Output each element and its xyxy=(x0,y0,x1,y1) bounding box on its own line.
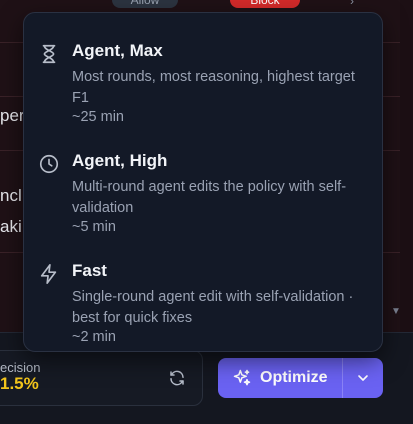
metric-label: ecision xyxy=(0,360,41,375)
menu-item-fast[interactable]: Fast Single-round agent edit with self-v… xyxy=(24,245,382,345)
menu-item-title: Fast xyxy=(72,261,107,280)
menu-item-time: ~5 min xyxy=(72,219,116,235)
menu-item-title: Agent, High xyxy=(72,151,168,170)
menu-item-description: Most rounds, most reasoning, highest tar… xyxy=(72,69,355,106)
optimize-label: Optimize xyxy=(260,369,328,386)
menu-item-description: Single-round agent edit with self-valida… xyxy=(72,289,354,326)
optimize-button[interactable]: Optimize xyxy=(218,358,342,398)
menu-item-time: ~25 min xyxy=(72,109,124,125)
menu-item-title: Agent, Max xyxy=(72,41,163,60)
chevron-right-icon[interactable]: › xyxy=(350,0,354,8)
row-text-fragment: aki xyxy=(0,217,22,236)
menu-item-description: Multi-round agent edits the policy with … xyxy=(72,179,347,216)
optimize-options-toggle[interactable] xyxy=(343,358,383,398)
allow-pill[interactable]: Allow xyxy=(112,0,178,8)
lightning-icon xyxy=(40,264,57,284)
row-text-fragment: ncl xyxy=(0,186,22,205)
refresh-icon[interactable] xyxy=(168,369,186,387)
clock-icon xyxy=(39,154,59,174)
optimize-split-button: Optimize xyxy=(218,358,383,398)
optimize-mode-menu: Agent, Max Most rounds, most reasoning, … xyxy=(23,12,383,352)
sparkles-icon xyxy=(233,369,251,386)
block-pill[interactable]: Block xyxy=(230,0,300,8)
scroll-down-arrow-icon[interactable]: ▼ xyxy=(391,306,401,317)
menu-item-agent-high[interactable]: Agent, High Multi-round agent edits the … xyxy=(24,135,382,235)
hourglass-icon xyxy=(42,44,56,64)
menu-item-agent-max[interactable]: Agent, Max Most rounds, most reasoning, … xyxy=(24,25,382,125)
chevron-down-icon xyxy=(358,375,368,381)
metric-value: 1.5% xyxy=(0,374,39,393)
menu-item-time: ~2 min xyxy=(72,329,116,345)
